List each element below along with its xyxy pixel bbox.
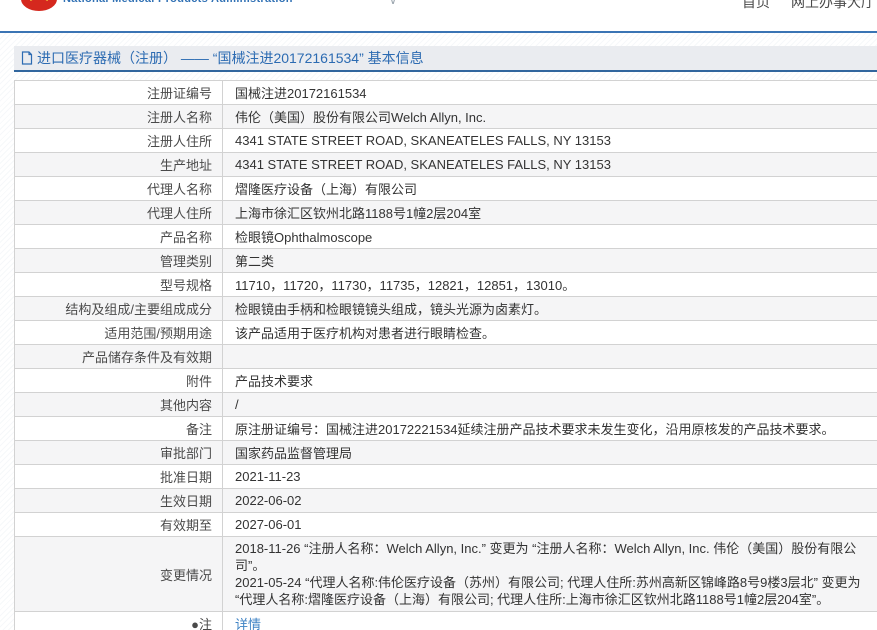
row-label: 适用范围/预期用途: [14, 320, 223, 345]
row-label: 有效期至: [14, 512, 223, 537]
page-title-bar: 进口医疗器械（注册） —— “国械注进20172161534” 基本信息: [14, 46, 877, 72]
row-value: [222, 344, 877, 369]
row-label: 其他内容: [14, 392, 223, 417]
row-value: 检眼镜由手柄和检眼镜镜头组成，镜头光源为卤素灯。: [222, 296, 877, 321]
row-value: /: [222, 392, 877, 417]
document-icon: [21, 51, 33, 65]
row-label: 附件: [14, 368, 223, 393]
row-label: 管理类别: [14, 248, 223, 273]
table-row: 产品名称 检眼镜Ophthalmoscope: [14, 224, 877, 249]
row-value: 伟伦（美国）股份有限公司Welch Allyn, Inc.: [222, 104, 877, 129]
row-value: 详情: [222, 611, 877, 630]
table-row: 备注 原注册证编号：国械注进20172221534延续注册产品技术要求未发生变化…: [14, 416, 877, 441]
row-value: 熠隆医疗设备（上海）有限公司: [222, 176, 877, 201]
table-row: 注册证编号 国械注进20172161534: [14, 80, 877, 105]
row-label-note: ●注: [14, 611, 223, 630]
note-detail-link[interactable]: 详情: [235, 617, 261, 630]
table-row: 型号规格 11710，11720，11730，11735，12821，12851…: [14, 272, 877, 297]
row-label: 生产地址: [14, 152, 223, 177]
table-row: 变更情况 2018-11-26 “注册人名称：Welch Allyn, Inc.…: [14, 536, 877, 612]
row-label: 注册人住所: [14, 128, 223, 153]
row-label: 生效日期: [14, 488, 223, 513]
row-value: 4341 STATE STREET ROAD, SKANEATELES FALL…: [222, 152, 877, 177]
nav-item-home[interactable]: 首页: [742, 0, 770, 12]
row-value: 11710，11720，11730，11735，12821，12851，1301…: [222, 272, 877, 297]
row-value: 检眼镜Ophthalmoscope: [222, 224, 877, 249]
row-label: 变更情况: [14, 536, 223, 612]
row-value: 该产品适用于医疗机构对患者进行眼睛检查。: [222, 320, 877, 345]
row-label: 代理人住所: [14, 200, 223, 225]
table-row: 附件 产品技术要求: [14, 368, 877, 393]
row-value: 4341 STATE STREET ROAD, SKANEATELES FALL…: [222, 128, 877, 153]
table-row: 代理人名称 熠隆医疗设备（上海）有限公司: [14, 176, 877, 201]
org-name-english: National Medical Products Administration: [63, 0, 293, 5]
chevron-down-icon[interactable]: ∨: [389, 0, 397, 7]
row-value: 国械注进20172161534: [222, 80, 877, 105]
row-label: 批准日期: [14, 464, 223, 489]
table-row: 注册人名称 伟伦（美国）股份有限公司Welch Allyn, Inc.: [14, 104, 877, 129]
table-row: 批准日期 2021-11-23: [14, 464, 877, 489]
row-label: 产品名称: [14, 224, 223, 249]
table-row: 结构及组成/主要组成成分 检眼镜由手柄和检眼镜镜头组成，镜头光源为卤素灯。: [14, 296, 877, 321]
row-value: 原注册证编号：国械注进20172221534延续注册产品技术要求未发生变化，沿用…: [222, 416, 877, 441]
row-label: 产品储存条件及有效期: [14, 344, 223, 369]
row-value: 2022-06-02: [222, 488, 877, 513]
table-row: 代理人住所 上海市徐汇区钦州北路1188号1幢2层204室: [14, 200, 877, 225]
table-row: 管理类别 第二类: [14, 248, 877, 273]
table-row: 有效期至 2027-06-01: [14, 512, 877, 537]
row-label: 注册证编号: [14, 80, 223, 105]
table-row: 产品储存条件及有效期: [14, 344, 877, 369]
page-title: 进口医疗器械（注册） —— “国械注进20172161534” 基本信息: [37, 50, 424, 66]
row-value-change-history: 2018-11-26 “注册人名称：Welch Allyn, Inc.” 变更为…: [222, 536, 877, 612]
row-value: 2021-11-23: [222, 464, 877, 489]
row-value: 产品技术要求: [222, 368, 877, 393]
row-label: 型号规格: [14, 272, 223, 297]
row-label: 审批部门: [14, 440, 223, 465]
table-row: 注册人住所 4341 STATE STREET ROAD, SKANEATELE…: [14, 128, 877, 153]
row-value: 2027-06-01: [222, 512, 877, 537]
row-value: 国家药品监督管理局: [222, 440, 877, 465]
row-label: 备注: [14, 416, 223, 441]
table-row: 适用范围/预期用途 该产品适用于医疗机构对患者进行眼睛检查。: [14, 320, 877, 345]
top-header: National Medical Products Administration…: [0, 0, 877, 33]
row-label: 代理人名称: [14, 176, 223, 201]
table-row: 生效日期 2022-06-02: [14, 488, 877, 513]
nav-item-service-hall[interactable]: 网上办事大厅: [791, 0, 875, 12]
nmpa-logo-icon: [20, 0, 58, 12]
table-row: ●注 详情: [14, 611, 877, 630]
row-label: 注册人名称: [14, 104, 223, 129]
row-label: 结构及组成/主要组成成分: [14, 296, 223, 321]
row-value: 第二类: [222, 248, 877, 273]
row-value: 上海市徐汇区钦州北路1188号1幢2层204室: [222, 200, 877, 225]
registration-info-table: 注册证编号 国械注进20172161534 注册人名称 伟伦（美国）股份有限公司…: [14, 80, 877, 630]
table-row: 审批部门 国家药品监督管理局: [14, 440, 877, 465]
table-row: 其他内容 /: [14, 392, 877, 417]
table-row: 生产地址 4341 STATE STREET ROAD, SKANEATELES…: [14, 152, 877, 177]
